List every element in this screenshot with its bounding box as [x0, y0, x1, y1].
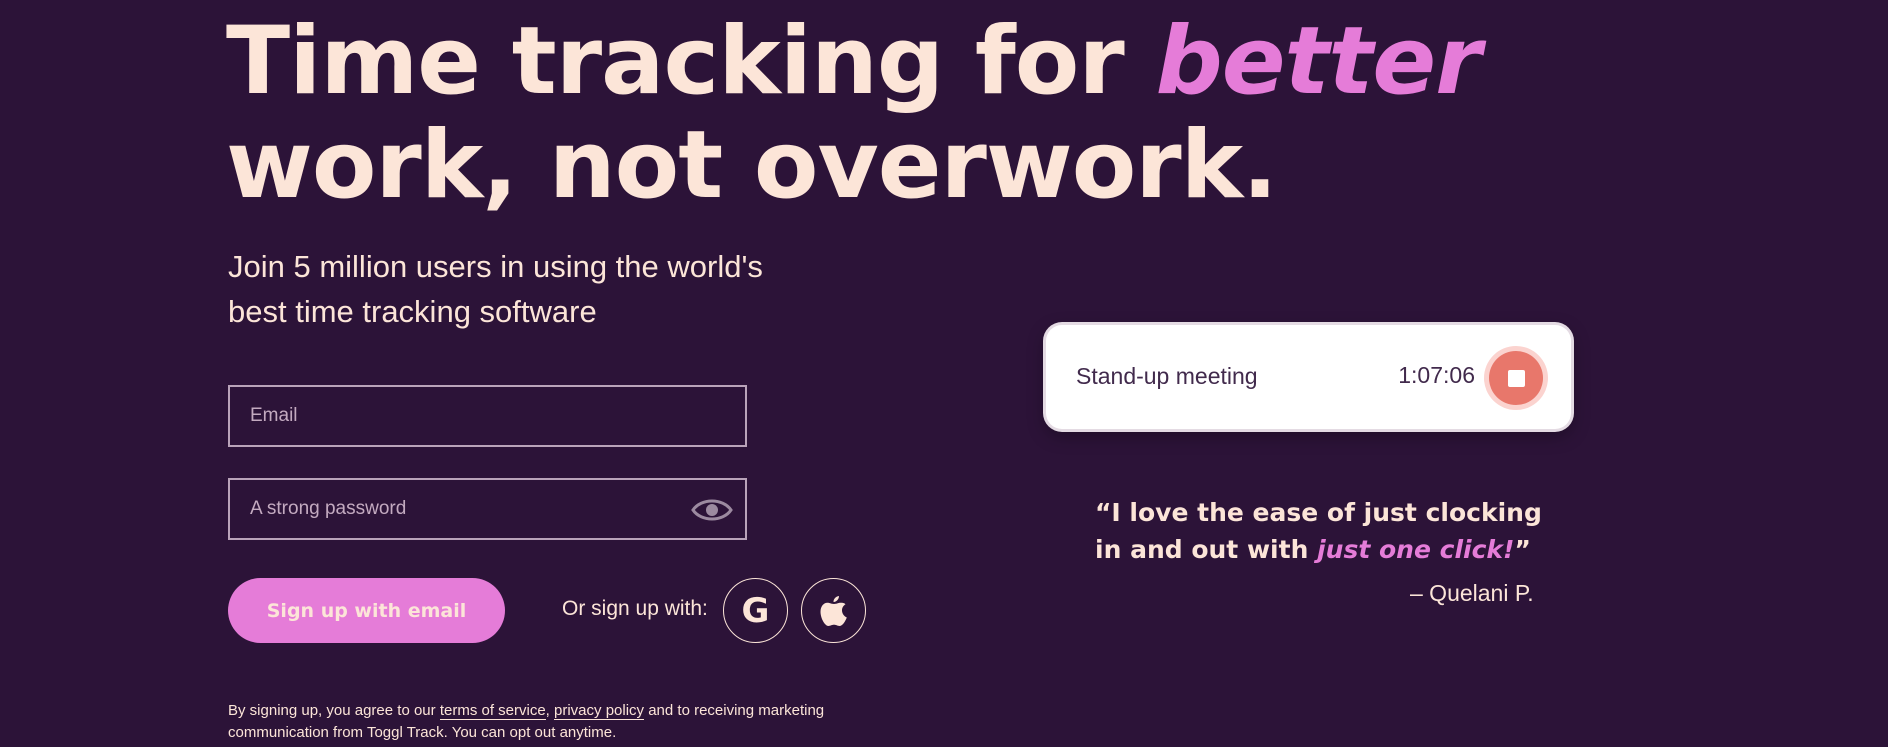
testimonial-quote: “I love the ease of just clocking in and… — [1095, 494, 1575, 568]
signup-email-button[interactable]: Sign up with email — [228, 578, 505, 643]
email-field-wrapper — [228, 385, 747, 447]
password-input[interactable] — [230, 480, 745, 538]
legal-notice: By signing up, you agree to our terms of… — [228, 700, 908, 744]
timer-elapsed: 1:07:06 — [1398, 362, 1475, 388]
eye-icon[interactable] — [691, 495, 733, 525]
email-input[interactable] — [230, 387, 745, 445]
legal-separator: , — [545, 702, 555, 719]
google-signup-button[interactable]: G — [723, 578, 788, 643]
hero-headline: Time tracking for better work, not overwo… — [226, 7, 1481, 220]
terms-of-service-link[interactable]: terms of service — [439, 702, 546, 720]
hero-subhead: Join 5 million users in using the world'… — [228, 249, 763, 329]
legal-prefix: By signing up, you agree to our — [228, 702, 440, 719]
apple-signup-button[interactable] — [801, 578, 866, 643]
timer-card: Stand-up meeting 1:07:06 — [1046, 325, 1571, 429]
or-signup-label: Or sign up with: — [562, 597, 708, 620]
google-icon: G — [741, 590, 770, 631]
stop-icon — [1507, 369, 1525, 387]
quote-accent: just one click! — [1317, 535, 1515, 564]
signup-page: Time tracking for better work, not overwo… — [0, 0, 1888, 747]
headline-accent: better — [1155, 7, 1481, 116]
timer-task-label: Stand-up meeting — [1076, 363, 1258, 389]
apple-icon — [820, 595, 847, 626]
headline-part2: work, not overwork. — [226, 111, 1278, 220]
password-field-wrapper — [228, 478, 747, 540]
stop-timer-button[interactable] — [1489, 351, 1543, 405]
quote-end: ” — [1514, 535, 1531, 564]
privacy-policy-link[interactable]: privacy policy — [554, 702, 645, 720]
testimonial-author: – Quelani P. — [1410, 580, 1534, 606]
headline-part1: Time tracking for — [226, 7, 1156, 116]
